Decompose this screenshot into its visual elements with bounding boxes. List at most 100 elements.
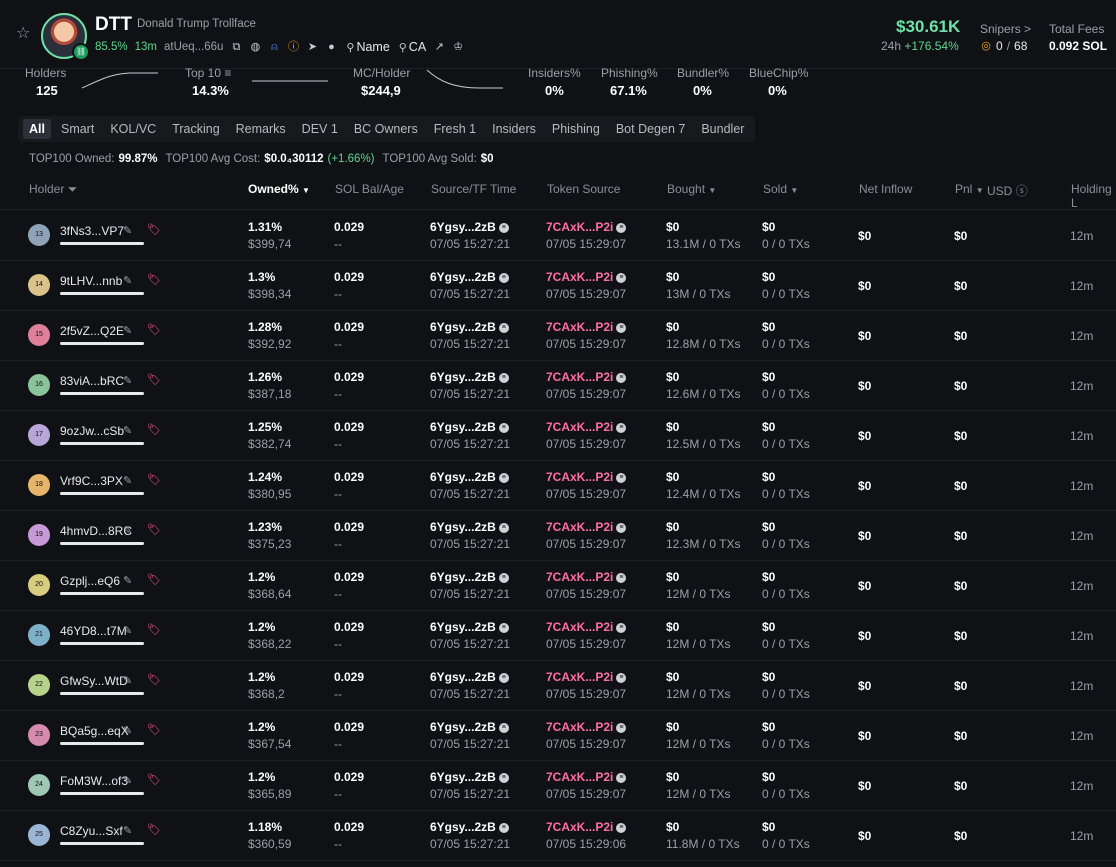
- holder-address[interactable]: 9ozJw...cSb: [60, 424, 124, 438]
- token-source-address[interactable]: 7CAxK...P2i ≡: [546, 370, 627, 384]
- col-owned[interactable]: Owned% ▼: [248, 182, 310, 196]
- telegram-icon[interactable]: ➤: [306, 41, 318, 53]
- holder-address[interactable]: 46YD8...t7M: [60, 624, 127, 638]
- table-row[interactable]: 19 4hmvD...8RC ✎ 🏷 1.23% $375,23 0.029 -…: [0, 510, 1116, 561]
- token-source-address[interactable]: 7CAxK...P2i ≡: [546, 570, 627, 584]
- filter-icon[interactable]: ⏷: [68, 182, 78, 196]
- source-address[interactable]: 6Ygsy...2zB ≡: [430, 820, 509, 834]
- source-address[interactable]: 6Ygsy...2zB ≡: [430, 770, 509, 784]
- token-source-address[interactable]: 7CAxK...P2i ≡: [546, 620, 627, 634]
- tab-tracking[interactable]: Tracking: [166, 119, 225, 139]
- star-icon[interactable]: ☆: [16, 26, 32, 42]
- pencil-icon[interactable]: ✎: [123, 624, 132, 637]
- source-address[interactable]: 6Ygsy...2zB ≡: [430, 670, 509, 684]
- pencil-icon[interactable]: ✎: [123, 674, 132, 687]
- token-source-address[interactable]: 7CAxK...P2i ≡: [546, 220, 627, 234]
- globe-icon[interactable]: ◍: [249, 41, 261, 53]
- tab-bc-owners[interactable]: BC Owners: [348, 119, 424, 139]
- table-row[interactable]: 14 9tLHV...nnb ✎ 🏷 1.3% $398,34 0.029 --…: [0, 260, 1116, 311]
- token-source-address[interactable]: 7CAxK...P2i ≡: [546, 320, 627, 334]
- table-row[interactable]: 21 46YD8...t7M ✎ 🏷 1.2% $368,22 0.029 --…: [0, 610, 1116, 661]
- table-row[interactable]: 25 C8Zyu...Sxf ✎ 🏷 1.18% $360,59 0.029 -…: [0, 810, 1116, 861]
- token-source-address[interactable]: 7CAxK...P2i ≡: [546, 670, 627, 684]
- pencil-icon[interactable]: ✎: [123, 574, 132, 587]
- tab-smart[interactable]: Smart: [55, 119, 100, 139]
- holder-address[interactable]: BQa5g...eqX: [60, 724, 129, 738]
- tab-all[interactable]: All: [23, 119, 51, 139]
- pencil-icon[interactable]: ✎: [123, 724, 132, 737]
- holder-address[interactable]: C8Zyu...Sxf: [60, 824, 123, 838]
- crown-icon[interactable]: ♔: [452, 41, 464, 53]
- tab-kol-vc[interactable]: KOL/VC: [104, 119, 162, 139]
- col-net-inflow[interactable]: Net Inflow: [859, 182, 912, 196]
- pencil-icon[interactable]: ✎: [123, 474, 132, 487]
- table-row[interactable]: 16 83viA...bRC ✎ 🏷 1.26% $387,18 0.029 -…: [0, 360, 1116, 411]
- table-row[interactable]: 22 GfwSy...WtD ✎ 🏷 1.2% $368,2 0.029 -- …: [0, 660, 1116, 711]
- user-icon[interactable]: ⍝: [268, 41, 280, 53]
- source-address[interactable]: 6Ygsy...2zB ≡: [430, 220, 509, 234]
- tab-remarks[interactable]: Remarks: [230, 119, 292, 139]
- pencil-icon[interactable]: ✎: [123, 324, 132, 337]
- token-source-address[interactable]: 7CAxK...P2i ≡: [546, 270, 627, 284]
- holder-address[interactable]: 9tLHV...nnb: [60, 274, 122, 288]
- col-usd-toggle[interactable]: USD ⓢ: [987, 182, 1028, 199]
- table-row[interactable]: 13 3fNs3...VP7 ✎ 🏷 1.31% $399,74 0.029 -…: [0, 210, 1116, 261]
- pencil-icon[interactable]: ✎: [123, 524, 132, 537]
- search-ca-link[interactable]: ⚲ CA: [397, 40, 426, 54]
- pencil-icon[interactable]: ✎: [123, 274, 132, 287]
- contract-address[interactable]: atUeq...66u: [164, 41, 223, 53]
- source-address[interactable]: 6Ygsy...2zB ≡: [430, 470, 509, 484]
- table-row[interactable]: 15 2f5vZ...Q2E ✎ 🏷 1.28% $392,92 0.029 -…: [0, 310, 1116, 361]
- pencil-icon[interactable]: ✎: [123, 374, 132, 387]
- token-source-address[interactable]: 7CAxK...P2i ≡: [546, 720, 627, 734]
- warning-icon[interactable]: ⓘ: [287, 41, 299, 53]
- pencil-icon[interactable]: ✎: [123, 824, 132, 837]
- col-source[interactable]: Source/TF Time: [431, 182, 516, 196]
- source-address[interactable]: 6Ygsy...2zB ≡: [430, 320, 509, 334]
- col-holding[interactable]: Holding L: [1071, 182, 1116, 210]
- token-source-address[interactable]: 7CAxK...P2i ≡: [546, 820, 627, 834]
- col-sol-bal[interactable]: SOL Bal/Age: [335, 182, 404, 196]
- tab-fresh[interactable]: Fresh 1: [428, 119, 482, 139]
- holder-address[interactable]: 4hmvD...8RC: [60, 524, 132, 538]
- source-address[interactable]: 6Ygsy...2zB ≡: [430, 620, 509, 634]
- tab-insiders[interactable]: Insiders: [486, 119, 542, 139]
- external-link-icon[interactable]: ↗: [433, 41, 445, 53]
- table-row[interactable]: 24 FoM3W...of3 ✎ 🏷 1.2% $365,89 0.029 --…: [0, 760, 1116, 811]
- holder-address[interactable]: GfwSy...WtD: [60, 674, 128, 688]
- source-address[interactable]: 6Ygsy...2zB ≡: [430, 370, 509, 384]
- source-address[interactable]: 6Ygsy...2zB ≡: [430, 520, 509, 534]
- table-row[interactable]: 23 BQa5g...eqX ✎ 🏷 1.2% $367,54 0.029 --…: [0, 710, 1116, 761]
- source-address[interactable]: 6Ygsy...2zB ≡: [430, 720, 509, 734]
- source-address[interactable]: 6Ygsy...2zB ≡: [430, 570, 509, 584]
- table-row[interactable]: 18 Vrf9C...3PX ✎ 🏷 1.24% $380,95 0.029 -…: [0, 460, 1116, 511]
- holder-address[interactable]: 2f5vZ...Q2E: [60, 324, 124, 338]
- pencil-icon[interactable]: ✎: [123, 424, 132, 437]
- holder-address[interactable]: Gzplj...eQ6: [60, 574, 120, 588]
- tab-bot-degen[interactable]: Bot Degen 7: [610, 119, 692, 139]
- search-name-link[interactable]: ⚲ Name: [344, 40, 389, 54]
- col-token-source[interactable]: Token Source: [547, 182, 620, 196]
- tab-dev[interactable]: DEV 1: [296, 119, 344, 139]
- col-sold[interactable]: Sold ▼: [763, 182, 798, 196]
- snipers-link[interactable]: Snipers >: [980, 22, 1031, 36]
- holder-address[interactable]: 3fNs3...VP7: [60, 224, 124, 238]
- source-address[interactable]: 6Ygsy...2zB ≡: [430, 420, 509, 434]
- token-source-address[interactable]: 7CAxK...P2i ≡: [546, 420, 627, 434]
- tab-phishing[interactable]: Phishing: [546, 119, 606, 139]
- token-source-address[interactable]: 7CAxK...P2i ≡: [546, 770, 627, 784]
- pencil-icon[interactable]: ✎: [123, 224, 132, 237]
- table-row[interactable]: 17 9ozJw...cSb ✎ 🏷 1.25% $382,74 0.029 -…: [0, 410, 1116, 461]
- holder-address[interactable]: Vrf9C...3PX: [60, 474, 123, 488]
- tab-bundler[interactable]: Bundler: [695, 119, 750, 139]
- source-address[interactable]: 6Ygsy...2zB ≡: [430, 270, 509, 284]
- holder-address[interactable]: 83viA...bRC: [60, 374, 124, 388]
- col-holder[interactable]: Holder ⏷: [29, 182, 77, 197]
- copy-icon[interactable]: ⧉: [230, 41, 242, 53]
- twitter-icon[interactable]: ●: [325, 41, 337, 53]
- holder-address[interactable]: FoM3W...of3: [60, 774, 128, 788]
- col-bought[interactable]: Bought ▼: [667, 182, 716, 196]
- col-pnl[interactable]: Pnl ▼: [955, 182, 984, 196]
- token-source-address[interactable]: 7CAxK...P2i ≡: [546, 520, 627, 534]
- pencil-icon[interactable]: ✎: [123, 774, 132, 787]
